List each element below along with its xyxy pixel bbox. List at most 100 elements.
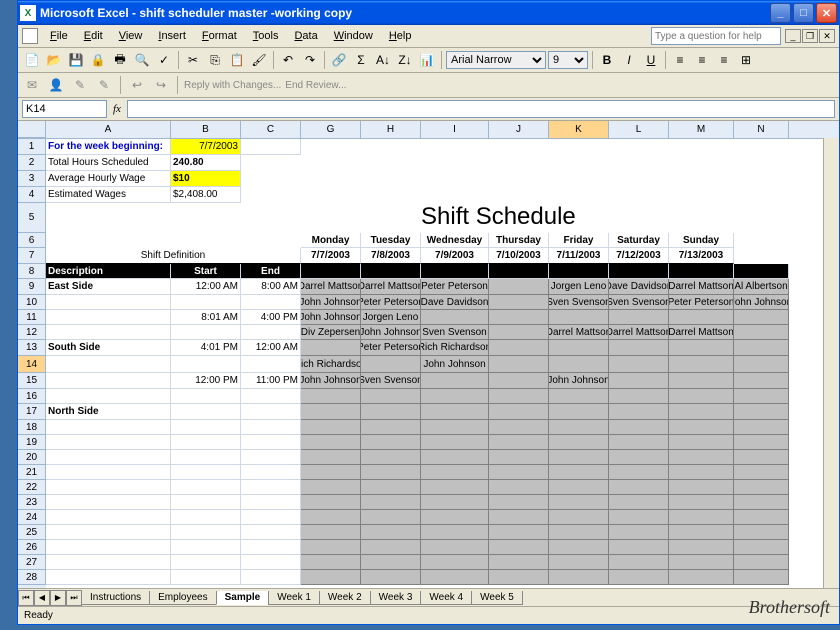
schedule-cell[interactable]	[734, 570, 789, 585]
schedule-cell[interactable]: John Johnson	[734, 295, 789, 310]
section-label[interactable]	[46, 555, 171, 570]
schedule-cell[interactable]	[489, 389, 549, 404]
day-header[interactable]: Monday	[301, 233, 361, 248]
shift-start[interactable]	[171, 404, 241, 420]
align-right-button[interactable]: ≡	[714, 50, 734, 70]
schedule-cell[interactable]	[609, 373, 669, 389]
schedule-cell[interactable]	[669, 373, 734, 389]
day-header[interactable]: Thursday	[489, 233, 549, 248]
tab-prev-button[interactable]: ◀	[34, 590, 50, 606]
shift-end[interactable]: 12:00 AM	[241, 340, 301, 356]
schedule-cell[interactable]	[734, 404, 789, 420]
schedule-cell[interactable]	[549, 404, 609, 420]
schedule-cell[interactable]	[549, 465, 609, 480]
row-header-10[interactable]: 10	[18, 295, 46, 310]
day-header[interactable]: Tuesday	[361, 233, 421, 248]
row-header-4[interactable]: 4	[18, 187, 46, 203]
merge-button[interactable]: ⊞	[736, 50, 756, 70]
section-label[interactable]	[46, 435, 171, 450]
schedule-cell[interactable]	[669, 356, 734, 373]
date-header[interactable]: 7/11/2003	[549, 248, 609, 264]
total-hours-label[interactable]: Total Hours Scheduled	[46, 155, 171, 171]
schedule-cell[interactable]	[301, 420, 361, 435]
row-header-1[interactable]: 1	[18, 139, 46, 155]
schedule-cell[interactable]	[549, 525, 609, 540]
schedule-cell[interactable]	[489, 435, 549, 450]
week-beginning-label[interactable]: For the week beginning:	[46, 139, 171, 155]
end-review[interactable]: End Review...	[285, 80, 346, 91]
section-label[interactable]	[46, 510, 171, 525]
schedule-cell[interactable]	[609, 356, 669, 373]
shift-end[interactable]	[241, 495, 301, 510]
shift-end[interactable]	[241, 525, 301, 540]
cell[interactable]	[421, 264, 489, 279]
schedule-cell[interactable]	[669, 555, 734, 570]
column-header-I[interactable]: I	[421, 121, 489, 138]
permission-button[interactable]: 🔒	[88, 50, 108, 70]
schedule-cell[interactable]	[669, 540, 734, 555]
review-btn5[interactable]: ↩	[127, 75, 147, 95]
schedule-cell[interactable]	[301, 570, 361, 585]
column-header-M[interactable]: M	[669, 121, 734, 138]
schedule-cell[interactable]	[609, 310, 669, 325]
schedule-cell[interactable]	[361, 555, 421, 570]
column-header-A[interactable]: A	[46, 121, 171, 138]
row-header-15[interactable]: 15	[18, 373, 46, 389]
tab-next-button[interactable]: ▶	[50, 590, 66, 606]
print-button[interactable]: 🖶	[110, 50, 130, 70]
schedule-cell[interactable]	[669, 570, 734, 585]
column-header-K[interactable]: K	[549, 121, 609, 138]
schedule-cell[interactable]	[489, 465, 549, 480]
total-hours-value[interactable]: 240.80	[171, 155, 241, 171]
schedule-cell[interactable]: John Johnson	[421, 356, 489, 373]
review-btn2[interactable]: 👤	[46, 75, 66, 95]
schedule-cell[interactable]: Darrel Mattson	[609, 325, 669, 340]
paste-button[interactable]: 📋	[227, 50, 247, 70]
schedule-cell[interactable]	[421, 310, 489, 325]
row-header-20[interactable]: 20	[18, 450, 46, 465]
schedule-cell[interactable]	[669, 450, 734, 465]
row-header-14[interactable]: 14	[18, 356, 46, 373]
chart-wizard-button[interactable]: 📊	[417, 50, 437, 70]
schedule-cell[interactable]	[669, 525, 734, 540]
row-header-13[interactable]: 13	[18, 340, 46, 356]
menu-tools[interactable]: Tools	[245, 28, 287, 44]
schedule-cell[interactable]	[734, 310, 789, 325]
schedule-cell[interactable]: Div Zepersen	[301, 325, 361, 340]
cell[interactable]	[669, 264, 734, 279]
schedule-cell[interactable]: Darrel Mattson	[361, 279, 421, 295]
schedule-cell[interactable]	[734, 450, 789, 465]
shift-start[interactable]	[171, 435, 241, 450]
cell[interactable]	[241, 139, 301, 155]
sheet-tab-week-2[interactable]: Week 2	[319, 591, 371, 605]
schedule-cell[interactable]: Darrel Mattson	[301, 279, 361, 295]
section-label[interactable]	[46, 295, 171, 310]
schedule-cell[interactable]	[301, 525, 361, 540]
section-label[interactable]	[46, 570, 171, 585]
shift-start[interactable]	[171, 540, 241, 555]
schedule-cell[interactable]	[609, 450, 669, 465]
schedule-cell[interactable]	[549, 480, 609, 495]
print-preview-button[interactable]: 🔍	[132, 50, 152, 70]
schedule-cell[interactable]	[421, 389, 489, 404]
menu-edit[interactable]: Edit	[76, 28, 111, 44]
doc-restore-button[interactable]: ❐	[802, 29, 818, 43]
row-header-24[interactable]: 24	[18, 510, 46, 525]
date-header[interactable]: 7/9/2003	[421, 248, 489, 264]
sort-desc-button[interactable]: Z↓	[395, 50, 415, 70]
undo-button[interactable]: ↶	[278, 50, 298, 70]
shift-start[interactable]	[171, 356, 241, 373]
day-header[interactable]: Friday	[549, 233, 609, 248]
week-beginning-value[interactable]: 7/7/2003	[171, 139, 241, 155]
column-header-G[interactable]: G	[301, 121, 361, 138]
sheet-tab-instructions[interactable]: Instructions	[81, 591, 150, 605]
schedule-cell[interactable]	[361, 404, 421, 420]
schedule-cell[interactable]	[609, 435, 669, 450]
schedule-cell[interactable]	[734, 325, 789, 340]
schedule-cell[interactable]	[301, 555, 361, 570]
shift-start[interactable]	[171, 420, 241, 435]
schedule-cell[interactable]: Darrel Mattson	[549, 325, 609, 340]
schedule-cell[interactable]	[549, 555, 609, 570]
save-button[interactable]: 💾	[66, 50, 86, 70]
shift-end[interactable]	[241, 295, 301, 310]
